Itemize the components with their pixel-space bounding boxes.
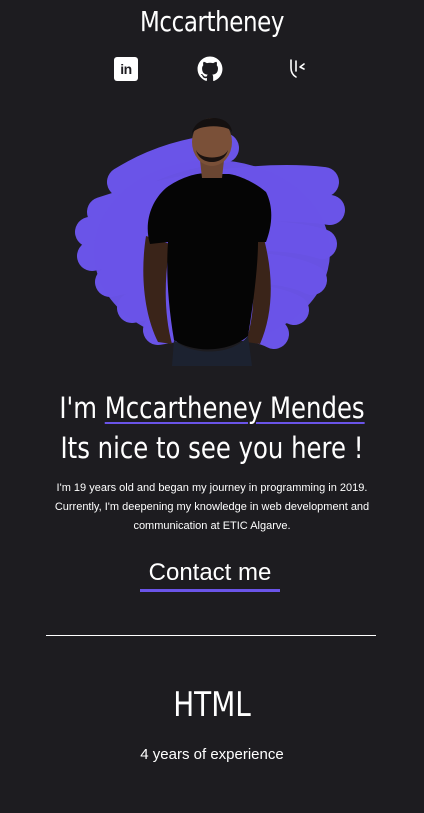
bio-text: I'm 19 years old and began my journey in…: [54, 482, 370, 532]
intro-heading: I'm Mccartheney Mendes: [34, 388, 390, 428]
custom-logo-link[interactable]: [282, 55, 310, 83]
hero-portrait: [62, 104, 362, 366]
site-title: Mccartheney: [139, 5, 285, 38]
name-link[interactable]: Mccartheney Mendes: [105, 391, 365, 425]
custom-logo-icon: [290, 59, 305, 78]
contact-button[interactable]: Contact me: [140, 556, 280, 592]
github-icon: [197, 56, 223, 82]
greeting-heading: Its nice to see you here !: [60, 431, 364, 465]
section-divider: [46, 635, 376, 636]
github-link[interactable]: [196, 55, 224, 83]
linkedin-link[interactable]: in: [112, 55, 140, 83]
skill-experience: 4 years of experience: [140, 746, 284, 763]
portrait-illustration: [75, 117, 345, 366]
skill-title: HTML: [173, 685, 251, 725]
linkedin-icon: in: [114, 57, 138, 81]
intro-prefix: I'm: [59, 391, 105, 425]
social-links: in: [0, 55, 424, 83]
